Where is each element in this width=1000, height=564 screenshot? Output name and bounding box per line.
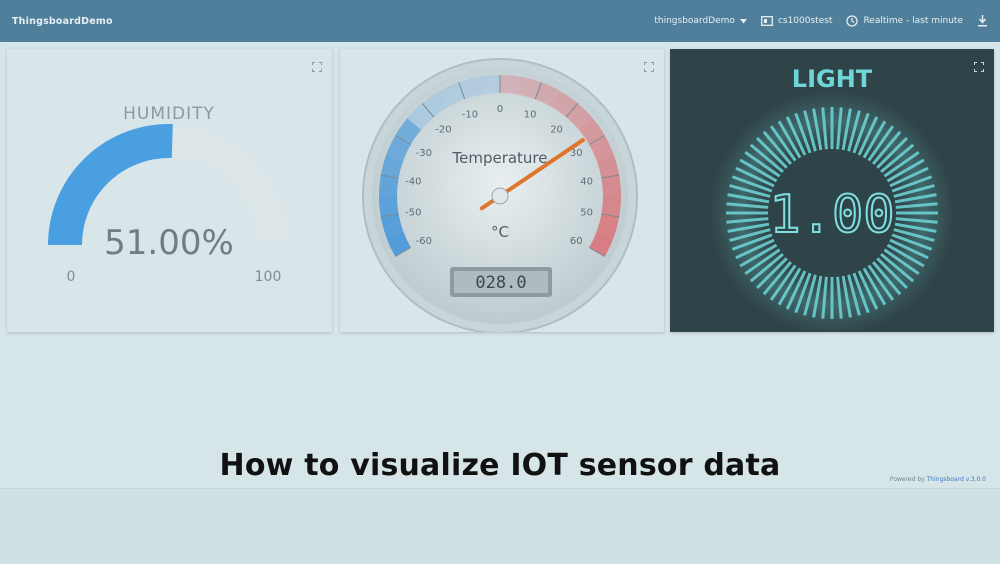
- temperature-band-segment: [379, 195, 399, 218]
- temperature-band-segment: [601, 195, 621, 218]
- toolbar-actions: thingsboardDemo cs1000stest Realtime - l…: [654, 15, 988, 27]
- light-widget: LIGHT 1.00: [670, 49, 994, 332]
- temperature-tick-label: -50: [405, 207, 421, 218]
- humidity-value: 51.00%: [104, 223, 234, 263]
- temperature-tick-label: -30: [416, 148, 432, 159]
- temperature-band-segment: [395, 118, 422, 145]
- temperature-widget: -60 -50 -40 -30 -20 -10 0 10 20 30 40 50 60 Temperat…: [340, 49, 664, 332]
- temperature-tick-label: 50: [580, 207, 593, 218]
- device-label: cs1000stest: [777, 16, 833, 26]
- temperature-band-segment: [601, 174, 621, 197]
- bottom-band: [0, 488, 1000, 564]
- light-value: 1.00: [769, 185, 894, 245]
- temperature-band-segment: [386, 231, 411, 257]
- temperature-band-segment: [596, 154, 620, 179]
- caption-text: How to visualize IOT sensor data: [219, 448, 781, 483]
- temperature-band-segment: [551, 91, 578, 118]
- temperature-unit: °C: [491, 223, 509, 241]
- app-title: ThingsboardDemo: [12, 15, 113, 27]
- temperature-band-segment: [379, 174, 399, 197]
- temperature-band-segment: [439, 82, 465, 107]
- temperature-tick-label: 20: [550, 125, 563, 136]
- temperature-band-segment: [596, 213, 620, 238]
- temperature-band-segment: [535, 82, 561, 107]
- temperature-band-segment: [478, 75, 501, 95]
- timewindow-button[interactable]: Realtime - last minute: [846, 15, 963, 27]
- powered-by-label: Powered by: [889, 476, 925, 483]
- chevron-down-icon: [739, 18, 747, 24]
- temperature-band-segment: [407, 103, 434, 130]
- temperature-gauge: -60-50-40-30-20-10 0 102030405060 Temperat…: [362, 58, 638, 332]
- temperature-band-segment: [499, 75, 522, 95]
- download-icon: [977, 15, 988, 27]
- temperature-band-segment: [386, 135, 411, 161]
- humidity-min-label: 0: [67, 269, 76, 285]
- light-gauge: LIGHT 1.00: [710, 65, 954, 332]
- temperature-band-segment: [578, 118, 605, 145]
- temperature-tick-label: 10: [524, 109, 537, 120]
- temperature-tick-label: 60: [570, 236, 583, 247]
- temperature-tick-label: -20: [435, 125, 451, 136]
- temperature-title: Temperature: [451, 149, 547, 167]
- user-menu-label: thingsboardDemo: [654, 16, 735, 26]
- fullscreen-icon[interactable]: [974, 57, 984, 72]
- temperature-band-segment: [589, 231, 614, 257]
- temperature-band-segment: [380, 213, 404, 238]
- fullscreen-icon[interactable]: [644, 57, 654, 72]
- light-title: LIGHT: [792, 65, 873, 93]
- temperature-band-segment: [566, 103, 593, 130]
- temperature-band-segment: [380, 154, 404, 179]
- top-toolbar: ThingsboardDemo thingsboardDemo cs1000st…: [0, 0, 1000, 42]
- temperature-band-segment: [589, 135, 614, 161]
- humidity-title: HUMIDITY: [123, 104, 215, 124]
- powered-by: Powered by Thingsboard v.3.0.0: [890, 476, 986, 483]
- humidity-max-label: 100: [255, 269, 282, 285]
- fullscreen-icon[interactable]: [312, 57, 322, 72]
- user-menu[interactable]: thingsboardDemo: [654, 16, 747, 26]
- temperature-tick-label: 0: [497, 104, 503, 115]
- temperature-tick-label: -40: [405, 177, 421, 188]
- temperature-band-segment: [517, 76, 542, 100]
- temperature-tick-label: -10: [462, 109, 478, 120]
- timewindow-label: Realtime - last minute: [863, 16, 963, 26]
- temperature-band-segment: [422, 91, 449, 118]
- temperature-tick-label: -60: [416, 236, 432, 247]
- powered-by-brand[interactable]: Thingsboard v.3.0.0: [927, 476, 986, 483]
- temperature-lcd-value: 028.0: [475, 273, 526, 293]
- humidity-gauge: HUMIDITY 51.00% 0 100: [48, 104, 290, 285]
- dashboard-icon: [760, 16, 773, 26]
- download-button[interactable]: [977, 15, 988, 27]
- temperature-tick-label: 40: [580, 177, 593, 188]
- humidity-widget: HUMIDITY 51.00% 0 100: [7, 49, 332, 332]
- clock-icon: [846, 15, 859, 27]
- temperature-band-segment: [458, 76, 483, 100]
- needle-hub: [491, 187, 509, 205]
- device-selector[interactable]: cs1000stest: [760, 16, 833, 26]
